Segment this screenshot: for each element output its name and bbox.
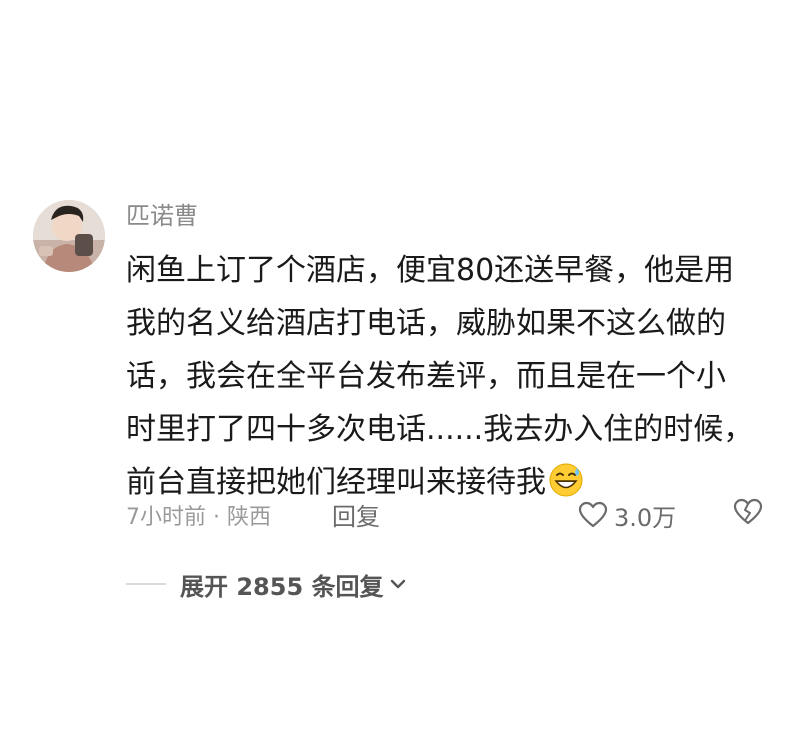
expand-replies-row: 展开 2855 条回复	[126, 566, 408, 602]
heart-outline-icon	[578, 501, 608, 528]
divider-line	[126, 583, 166, 585]
comment-line: 闲鱼上订了个酒店，便宜80还送早餐，他是用	[126, 253, 735, 288]
comment-line: 话，我会在全平台发布差评，而且是在一个小	[126, 359, 726, 394]
comment-body: 闲鱼上订了个酒店，便宜80还送早餐，他是用 我的名义给酒店打电话，威胁如果不这么…	[126, 244, 766, 509]
expand-replies-label: 展开 2855 条回复	[180, 572, 384, 601]
comment-meta: 7小时前 · 陕西 回复 3.0万	[126, 497, 776, 533]
comment-page: 匹诺曹 闲鱼上订了个酒店，便宜80还送早餐，他是用 我的名义给酒店打电话，威胁如…	[0, 0, 800, 739]
reply-button[interactable]: 回复	[332, 497, 380, 532]
like-count: 3.0万	[614, 503, 677, 532]
username[interactable]: 匹诺曹	[126, 200, 198, 232]
timestamp-location: 7小时前 · 陕西	[126, 505, 271, 530]
avatar[interactable]	[33, 200, 105, 272]
comment-line-text: 前台直接把她们经理叫来接待我	[126, 465, 546, 500]
comment-card: 匹诺曹 闲鱼上订了个酒店，便宜80还送早餐，他是用 我的名义给酒店打电话，威胁如…	[0, 0, 800, 739]
comment-line: 时里打了四十多次电话......我去办入住的时候，	[126, 412, 754, 447]
like-button[interactable]: 3.0万	[578, 497, 676, 533]
chevron-down-icon	[390, 579, 405, 589]
expand-replies-button[interactable]: 展开 2855 条回复	[180, 567, 408, 602]
avatar-image	[33, 200, 105, 272]
grinning-sweat-emoji	[549, 463, 583, 497]
broken-heart-icon	[733, 498, 763, 525]
comment-line: 我的名义给酒店打电话，威胁如果不这么做的	[126, 306, 726, 341]
dislike-button[interactable]	[732, 497, 768, 533]
